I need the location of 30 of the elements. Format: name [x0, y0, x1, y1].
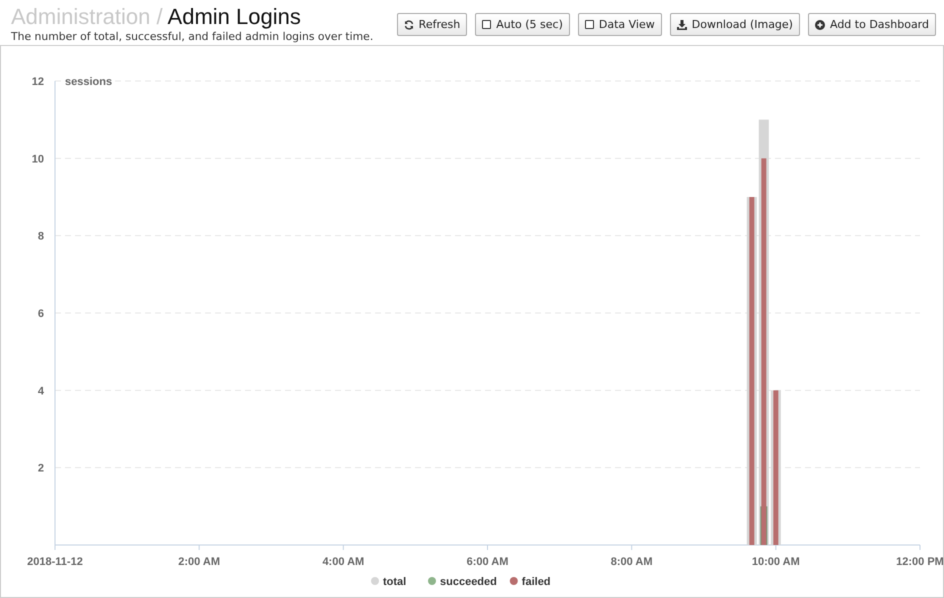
page-description: The number of total, successful, and failed admin logins over time. — [11, 30, 374, 43]
checkbox[interactable] — [584, 20, 594, 29]
download-icon — [676, 20, 687, 30]
x-tick-label: 12:00 PM — [896, 556, 943, 568]
y-tick-label: 2 — [38, 462, 44, 475]
y-tick-label: 12 — [32, 76, 44, 88]
y-tick-label: 4 — [38, 385, 44, 398]
toggle-button[interactable]: Data View — [578, 13, 662, 36]
x-tick-label: 10:00 AM — [752, 556, 800, 568]
refresh-icon — [404, 20, 414, 30]
page-title: Admin Logins — [168, 4, 301, 29]
legend-label[interactable]: failed — [522, 576, 551, 588]
x-tick-label: 2:00 AM — [178, 556, 220, 568]
legend-label[interactable]: total — [383, 576, 406, 588]
y-axis-label: sessions — [65, 76, 112, 88]
y-tick-label: 8 — [38, 230, 44, 243]
refresh-button[interactable]: Refresh — [396, 13, 468, 36]
y-tick-label: 6 — [38, 308, 44, 320]
breadcrumb-separator: / — [156, 4, 163, 29]
checkbox[interactable] — [482, 20, 492, 29]
x-tick-label: 2018-11-12 — [27, 556, 83, 568]
y-tick-label: 10 — [32, 153, 44, 166]
plus-circle-icon — [814, 20, 825, 30]
x-tick-label: 4:00 AM — [322, 556, 364, 568]
x-tick-label: 6:00 AM — [466, 556, 508, 568]
toggle-button[interactable]: Auto (5 sec) — [475, 13, 570, 36]
x-tick-label: 8:00 AM — [610, 556, 653, 568]
download-button[interactable]: Download (Image) — [670, 13, 800, 36]
add-button[interactable]: Add to Dashboard — [808, 13, 936, 36]
legend-label[interactable]: succeeded — [440, 576, 497, 588]
